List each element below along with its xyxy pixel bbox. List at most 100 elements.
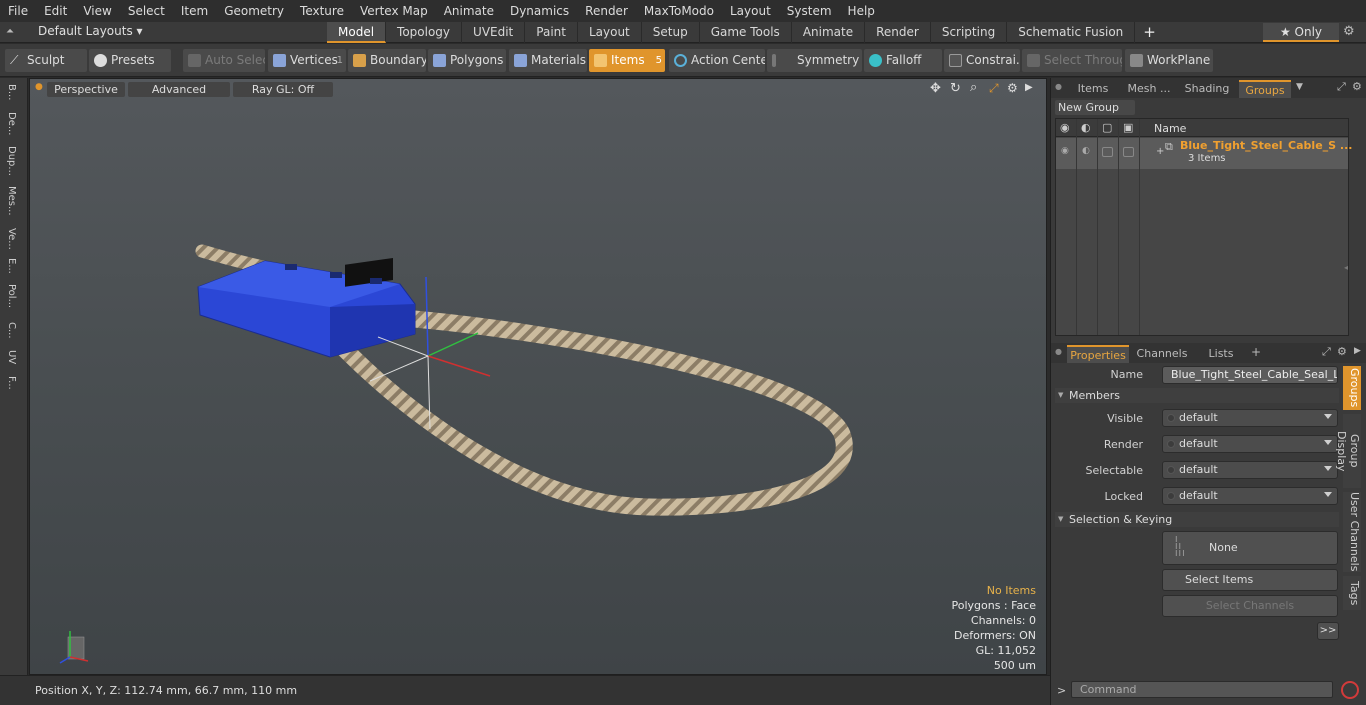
tab-uvedit[interactable]: UVEdit [462,22,526,43]
group-row[interactable]: ◉ ◐ + ⧉ Blue_Tight_Steel_Cable_S ... 3 I… [1056,138,1352,169]
row-eye-icon[interactable]: ◉ [1061,146,1069,156]
vertices-button[interactable]: Vertices 1 [268,49,346,72]
lock-icon[interactable]: ▣ [1123,121,1133,134]
select-channels-button[interactable]: Select Channels [1162,595,1338,617]
expand-plus-icon[interactable]: + [1156,146,1164,157]
3d-viewport[interactable]: ● Perspective Advanced Ray GL: Off ✥ ↻ ⌕… [29,78,1047,675]
side-tab-groups[interactable]: Groups [1343,366,1361,410]
tab-paint[interactable]: Paint [525,22,578,43]
row-render-icon[interactable]: ◐ [1082,146,1090,156]
strip-tab-polygon[interactable]: Pol... [6,284,17,308]
side-tab-user-channels[interactable]: User Channels [1343,492,1361,572]
panel-dot-icon[interactable]: ● [1055,82,1062,91]
tab-mesh[interactable]: Mesh ... [1123,80,1175,98]
group-name[interactable]: Blue_Tight_Steel_Cable_S ... [1180,139,1352,152]
layout-selector[interactable]: Default Layouts ▾ [38,24,143,38]
menu-edit[interactable]: Edit [36,0,75,22]
items-button[interactable]: Items 5 [589,49,665,72]
expand-panel-icon-2[interactable]: ⤢ [1322,345,1331,359]
tab-schematic-fusion[interactable]: Schematic Fusion [1007,22,1136,43]
menu-view[interactable]: View [75,0,119,22]
polygons-button[interactable]: Polygons [428,49,506,72]
collapse-up-icon[interactable]: ⏶ [6,26,20,39]
new-group-button[interactable]: New Group [1055,100,1135,115]
strip-tab-mesh-edit[interactable]: Mes... [6,186,17,216]
tab-groups[interactable]: Groups [1239,80,1291,98]
none-button[interactable]: ⁝ ⁝⁝ ⁝⁝⁝ None [1162,531,1338,565]
panel-gear-icon[interactable]: ⚙ [1352,80,1362,93]
tab-layout[interactable]: Layout [578,22,642,43]
symmetry-button[interactable]: Symmetry [767,49,862,72]
eye-icon[interactable]: ◉ [1060,121,1070,134]
menu-render[interactable]: Render [577,0,636,22]
menu-animate[interactable]: Animate [436,0,502,22]
auto-select-button[interactable]: Auto Select [183,49,265,72]
panel-gear-icon-2[interactable]: ⚙ [1337,345,1347,358]
select-lock-icon[interactable]: ▢ [1102,121,1112,134]
tab-items[interactable]: Items [1067,80,1119,98]
materials-button[interactable]: Materials [509,49,587,72]
sculpt-button[interactable]: ⟋ Sculpt [5,49,87,72]
menu-system[interactable]: System [779,0,840,22]
menu-item[interactable]: Item [173,0,216,22]
add-tab-button[interactable]: + [1135,22,1164,43]
menu-texture[interactable]: Texture [292,0,352,22]
select-through-button[interactable]: Select Through [1022,49,1122,72]
falloff-button[interactable]: Falloff [864,49,942,72]
visible-dropdown[interactable]: default [1162,409,1338,427]
panel-more-icon[interactable]: ▶ [1354,346,1361,356]
tab-topology[interactable]: Topology [386,22,463,43]
side-tab-group-display[interactable]: Group Display [1335,414,1361,488]
tab-properties[interactable]: Properties [1067,345,1129,363]
boundary-button[interactable]: Boundary [348,49,426,72]
row-lock-checkbox[interactable] [1123,147,1134,157]
menu-dynamics[interactable]: Dynamics [502,0,577,22]
menu-help[interactable]: Help [840,0,883,22]
menu-select[interactable]: Select [120,0,173,22]
strip-tab-duplicate[interactable]: Dup... [6,146,17,176]
strip-tab-basic[interactable]: B... [6,84,17,100]
name-column-header[interactable]: Name [1154,122,1186,135]
select-items-button[interactable]: Select Items [1162,569,1338,591]
tab-scripting[interactable]: Scripting [931,22,1008,43]
strip-tab-curve[interactable]: C... [6,322,17,339]
menu-layout[interactable]: Layout [722,0,779,22]
strip-tab-vertex[interactable]: Ve... [6,228,17,250]
tab-animate[interactable]: Animate [792,22,866,43]
strip-tab-uv[interactable]: UV [6,350,17,364]
only-button[interactable]: ★ Only [1263,23,1339,42]
tab-setup[interactable]: Setup [642,22,700,43]
tabs-dropdown-icon[interactable]: ▼ [1296,82,1303,92]
tab-channels[interactable]: Channels [1133,345,1191,363]
render-icon[interactable]: ◐ [1081,121,1091,134]
panel-dot-icon-2[interactable]: ● [1055,347,1062,356]
command-arrow[interactable]: > [1057,684,1066,697]
group-name-field[interactable]: Blue_Tight_Steel_Cable_Seal_Loop [1162,366,1338,384]
menu-file[interactable]: File [0,0,36,22]
command-input[interactable]: Command [1071,681,1333,698]
selection-keying-section[interactable]: Selection & Keying [1055,512,1339,527]
tab-game-tools[interactable]: Game Tools [700,22,792,43]
more-button[interactable]: >> [1317,622,1339,640]
menu-vertex-map[interactable]: Vertex Map [352,0,436,22]
menu-geometry[interactable]: Geometry [216,0,292,22]
presets-button[interactable]: Presets [89,49,171,72]
strip-tab-edge[interactable]: E... [6,258,17,274]
tab-model[interactable]: Model [327,22,387,43]
gear-icon[interactable]: ⚙ [1343,24,1355,39]
record-macro-icon[interactable] [1341,681,1359,699]
locked-dropdown[interactable]: default [1162,487,1338,505]
render-dropdown[interactable]: default [1162,435,1338,453]
add-panel-tab-button[interactable]: + [1251,345,1261,359]
tab-lists[interactable]: Lists [1195,345,1247,363]
tab-render[interactable]: Render [865,22,931,43]
strip-tab-fusion[interactable]: F... [6,376,17,390]
members-section[interactable]: Members [1055,388,1339,403]
tab-shading[interactable]: Shading [1179,80,1235,98]
side-tab-tags[interactable]: Tags [1343,576,1361,610]
constraints-button[interactable]: Constrai... [944,49,1020,72]
row-select-checkbox[interactable] [1102,147,1113,157]
selectable-dropdown[interactable]: default [1162,461,1338,479]
strip-tab-deform[interactable]: De... [6,112,17,135]
workplane-button[interactable]: WorkPlane [1125,49,1213,72]
